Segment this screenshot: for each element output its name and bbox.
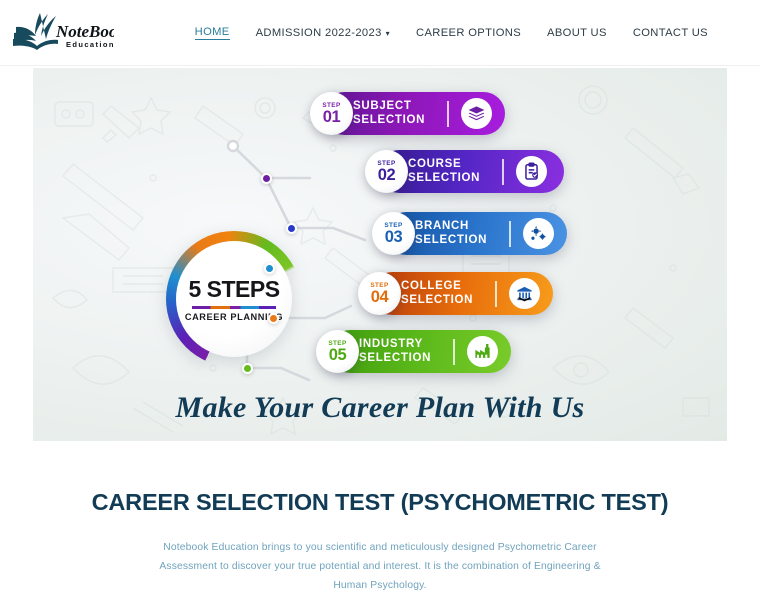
nav-item-about-us-label: ABOUT US xyxy=(547,26,607,39)
section-description: Notebook Education brings to you scienti… xyxy=(159,542,601,591)
gears-network-icon xyxy=(522,218,554,249)
step-02-number: 02 xyxy=(377,165,396,184)
connector-node-step-04 xyxy=(268,313,279,324)
chevron-down-icon: ▾ xyxy=(385,28,391,38)
step-03-number: 03 xyxy=(384,227,403,246)
step-badge-03: STEP 03 xyxy=(372,212,415,255)
nav-item-career-options[interactable]: CAREER OPTIONS xyxy=(416,27,521,39)
step-05-number: 05 xyxy=(328,345,347,364)
hub-headline: 5 STEPS xyxy=(188,276,280,302)
step-04-title: COLLEGE SELECTION xyxy=(401,280,474,306)
step-02-title: COURSE SELECTION xyxy=(408,158,481,184)
nav-item-career-options-label: CAREER OPTIONS xyxy=(416,26,522,39)
svg-text:NoteBook: NoteBook xyxy=(55,22,114,41)
nav-item-home[interactable]: HOME xyxy=(194,25,230,40)
step-01-number: 01 xyxy=(322,107,341,126)
connector-node-step-03 xyxy=(264,263,275,274)
career-test-section: CAREER SELECTION TEST (PSYCHOMETRIC TEST… xyxy=(0,441,760,595)
step-04-divider xyxy=(495,280,497,307)
svg-text:Education: Education xyxy=(66,40,114,49)
step-badge-02: STEP 02 xyxy=(365,150,408,193)
step-02-divider xyxy=(502,158,504,185)
step-01-title: SUBJECT SELECTION xyxy=(353,100,426,126)
step-03-divider xyxy=(509,220,511,247)
step-badge-01: STEP 01 xyxy=(310,92,353,135)
nav-item-admission-label: ADMISSION 2022-2023 xyxy=(255,26,382,39)
notebook-education-logo-icon: NoteBook Education xyxy=(13,12,114,50)
page-title: CAREER SELECTION TEST (PSYCHOMETRIC TEST… xyxy=(91,489,669,515)
nav-item-admission[interactable]: ADMISSION 2022-2023 ▾ xyxy=(256,27,390,39)
career-planning-hub: 5 STEPS CAREER PLANNING xyxy=(166,231,302,367)
main-navigation: HOME ADMISSION 2022-2023 ▾ CAREER OPTION… xyxy=(194,25,742,40)
step-04-number: 04 xyxy=(370,287,389,306)
site-header: NoteBook Education HOME ADMISSION 2022-2… xyxy=(0,0,760,66)
step-05-divider xyxy=(453,338,455,365)
hero-banner: 5 STEPS CAREER PLANNING SUBJECT SELECTIO… xyxy=(33,68,727,441)
step-badge-04: STEP 04 xyxy=(358,272,401,315)
site-logo[interactable]: NoteBook Education xyxy=(10,9,130,57)
connector-node-step-05 xyxy=(242,363,253,374)
clipboard-check-icon xyxy=(515,156,547,187)
step-03-title: BRANCH SELECTION xyxy=(415,220,488,246)
nav-item-about-us[interactable]: ABOUT US xyxy=(547,27,607,39)
connector-node-step-02 xyxy=(286,223,297,234)
step-badge-05: STEP 05 xyxy=(316,330,359,373)
hub-inner-circle: 5 STEPS CAREER PLANNING xyxy=(176,241,292,357)
nav-item-contact-us[interactable]: CONTACT US xyxy=(633,27,708,39)
college-building-icon xyxy=(508,278,540,309)
step-05-title: INDUSTRY SELECTION xyxy=(359,338,432,364)
connector-node-step-01 xyxy=(261,173,272,184)
nav-item-contact-us-label: CONTACT US xyxy=(632,26,708,39)
hero-banner-section: 5 STEPS CAREER PLANNING SUBJECT SELECTIO… xyxy=(0,66,760,441)
books-icon xyxy=(460,98,492,129)
step-01-divider xyxy=(447,100,449,127)
nav-item-home-label: HOME xyxy=(194,25,230,38)
factory-icon xyxy=(466,336,498,367)
hub-divider-rule xyxy=(192,306,276,309)
banner-tagline: Make Your Career Plan With Us xyxy=(175,391,585,424)
